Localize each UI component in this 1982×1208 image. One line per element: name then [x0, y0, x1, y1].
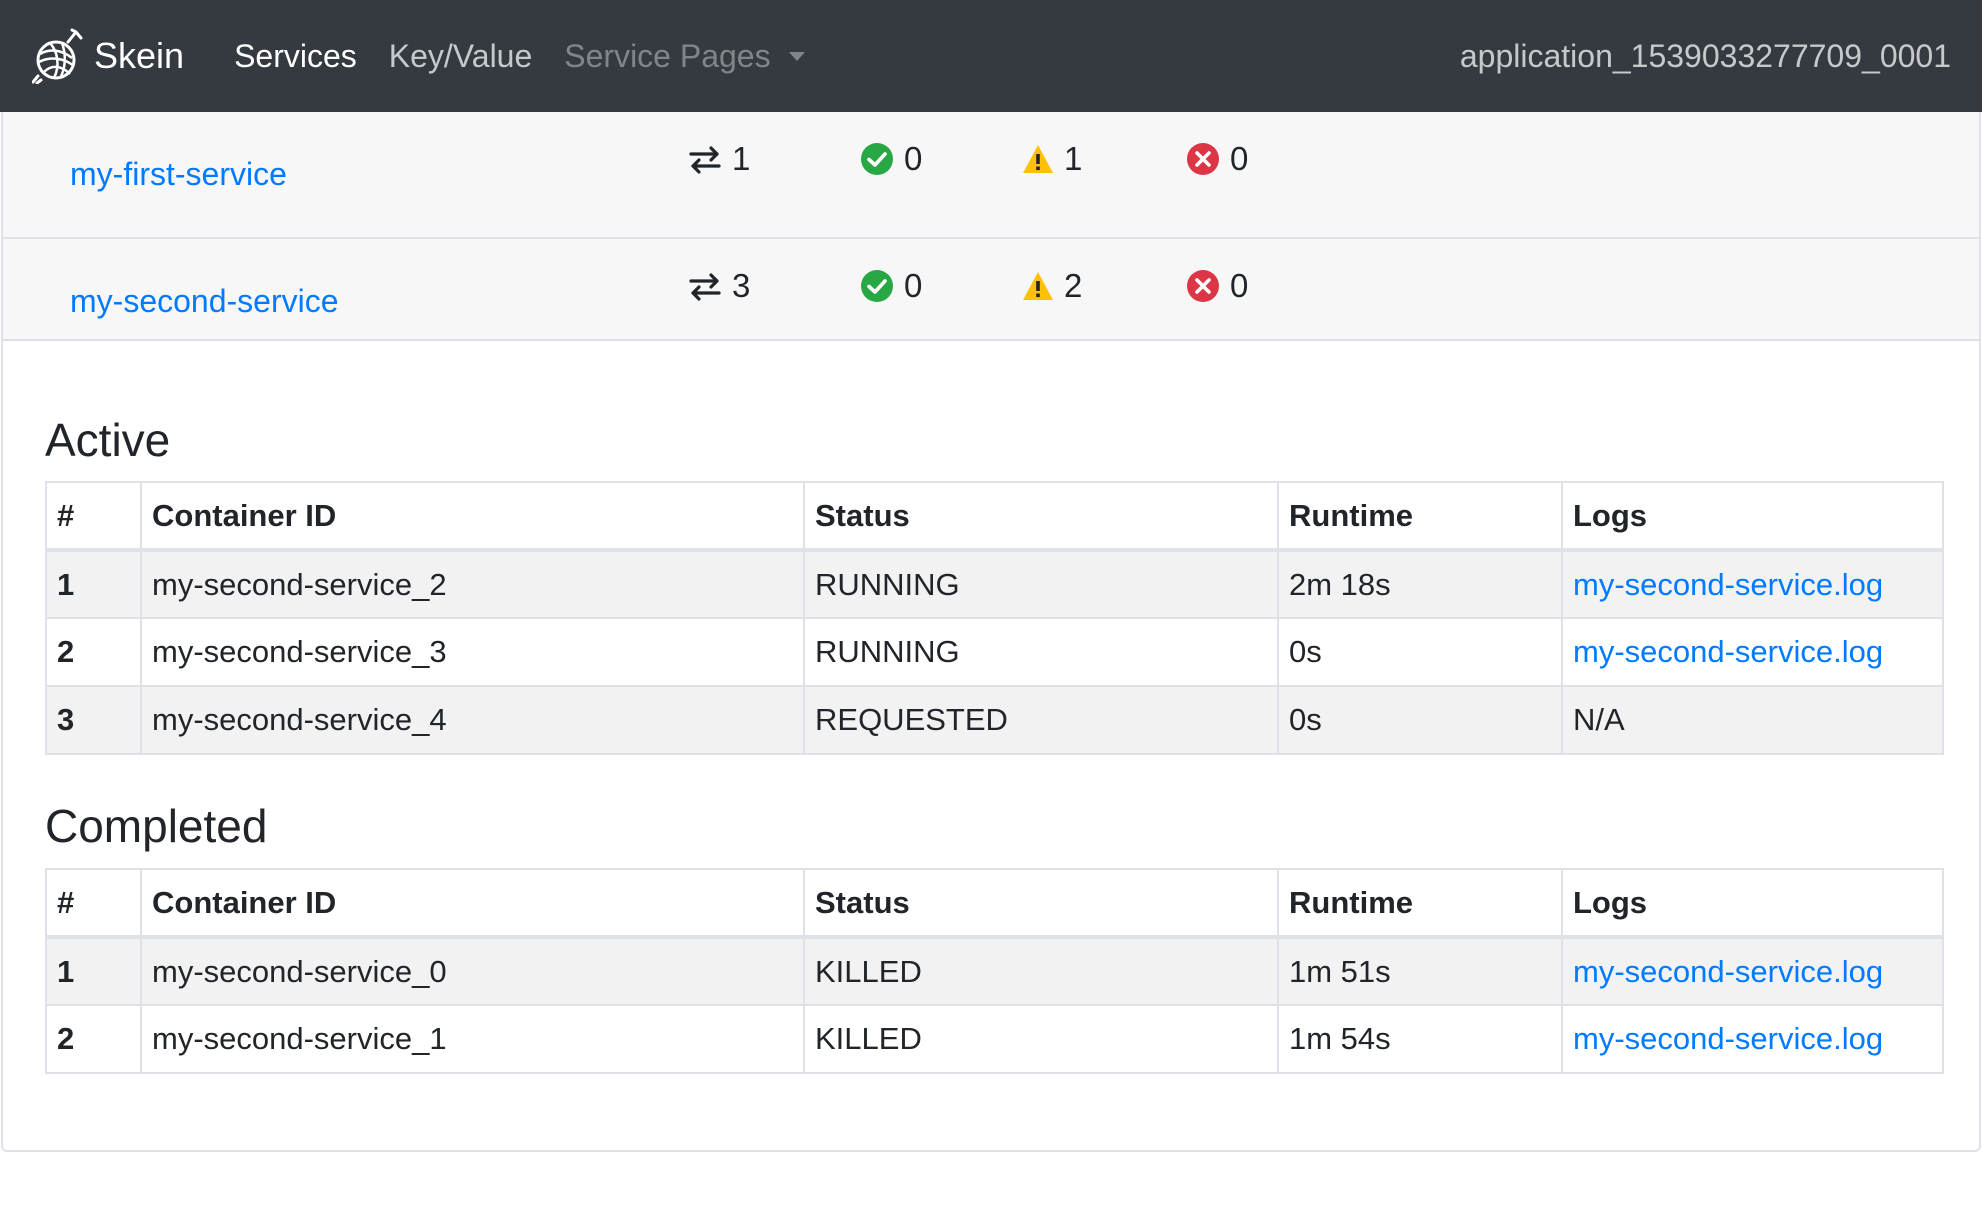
active-containers-table: # Container ID Status Runtime Logs 1 my-…	[45, 481, 1944, 755]
stat-succeeded: 0	[860, 267, 922, 305]
logs-cell: my-second-service.log	[1561, 1004, 1944, 1074]
container-status: RUNNING	[803, 549, 1279, 619]
container-id: my-second-service_4	[140, 685, 805, 755]
x-circle-icon	[1186, 269, 1220, 303]
container-runtime: 1m 54s	[1277, 1004, 1563, 1074]
row-index: 2	[45, 1004, 142, 1074]
exchange-arrows-icon	[688, 144, 722, 174]
table-row: 2 my-second-service_3 RUNNING 0s my-seco…	[45, 617, 1944, 687]
nav-links: Services Key/Value Service Pages	[234, 38, 837, 75]
container-runtime: 2m 18s	[1277, 549, 1563, 619]
skein-yarn-icon	[32, 28, 83, 84]
col-runtime-header: Runtime	[1277, 481, 1563, 552]
service-link[interactable]: my-second-service	[70, 283, 339, 320]
row-index: 3	[45, 685, 142, 755]
exchange-arrows-icon	[688, 271, 722, 301]
stat-total-count: 3	[732, 267, 751, 304]
col-logs-header: Logs	[1561, 481, 1944, 552]
active-section-title: Active	[45, 414, 171, 466]
container-status: REQUESTED	[803, 685, 1279, 755]
stat-warnings: 1	[1022, 140, 1082, 178]
container-id: my-second-service_3	[140, 617, 805, 687]
container-id: my-second-service_1	[140, 1004, 805, 1074]
col-runtime-header: Runtime	[1277, 868, 1563, 939]
logs-link[interactable]: my-second-service.log	[1573, 567, 1883, 602]
stat-failed: 0	[1186, 267, 1248, 305]
services-card: my-first-service 1 0 1 0 my-second-servi…	[1, 112, 1981, 1152]
brand-name: Skein	[94, 35, 185, 76]
application-id: application_1539033277709_0001	[1459, 38, 1951, 74]
top-navbar: Skein Services Key/Value Service Pages a…	[0, 0, 1982, 112]
nav-service-pages-label: Service Pages	[564, 37, 771, 74]
table-header-row: # Container ID Status Runtime Logs	[45, 868, 1944, 939]
col-container-id-header: Container ID	[140, 868, 805, 939]
logs-na-text: N/A	[1573, 702, 1625, 737]
nav-services[interactable]: Services	[234, 38, 357, 75]
container-runtime: 1m 51s	[1277, 936, 1563, 1006]
stat-succeeded-count: 0	[904, 140, 923, 177]
col-index-header: #	[45, 481, 142, 552]
brand-link[interactable]: Skein	[32, 28, 184, 84]
nav-key-value[interactable]: Key/Value	[389, 38, 533, 75]
stat-total: 1	[688, 140, 750, 178]
stat-warnings-count: 2	[1064, 267, 1083, 304]
table-row: 2 my-second-service_1 KILLED 1m 54s my-s…	[45, 1004, 1944, 1074]
nav-service-pages-dropdown[interactable]: Service Pages	[564, 37, 805, 75]
check-circle-icon	[860, 142, 894, 176]
table-row: 1 my-second-service_0 KILLED 1m 51s my-s…	[45, 936, 1944, 1006]
row-index: 1	[45, 549, 142, 619]
stat-total: 3	[688, 267, 750, 305]
warning-triangle-icon	[1022, 270, 1054, 302]
container-status: RUNNING	[803, 617, 1279, 687]
container-status: KILLED	[803, 1004, 1279, 1074]
stat-failed-count: 0	[1230, 140, 1249, 177]
row-index: 2	[45, 617, 142, 687]
stat-succeeded: 0	[860, 140, 922, 178]
logs-link[interactable]: my-second-service.log	[1573, 634, 1883, 669]
completed-containers-table: # Container ID Status Runtime Logs 1 my-…	[45, 868, 1944, 1074]
container-id: my-second-service_2	[140, 549, 805, 619]
stat-total-count: 1	[732, 140, 751, 177]
container-status: KILLED	[803, 936, 1279, 1006]
container-id: my-second-service_0	[140, 936, 805, 1006]
row-index: 1	[45, 936, 142, 1006]
stat-warnings: 2	[1022, 267, 1082, 305]
logs-link[interactable]: my-second-service.log	[1573, 1021, 1883, 1056]
warning-triangle-icon	[1022, 143, 1054, 175]
stat-failed-count: 0	[1230, 267, 1249, 304]
logs-cell: my-second-service.log	[1561, 617, 1944, 687]
stat-warnings-count: 1	[1064, 140, 1083, 177]
service-row-my-first-service[interactable]: my-first-service 1 0 1 0	[3, 112, 1979, 239]
stat-succeeded-count: 0	[904, 267, 923, 304]
col-logs-header: Logs	[1561, 868, 1944, 939]
table-row: 1 my-second-service_2 RUNNING 2m 18s my-…	[45, 549, 1944, 619]
logs-link[interactable]: my-second-service.log	[1573, 954, 1883, 989]
check-circle-icon	[860, 269, 894, 303]
logs-cell: my-second-service.log	[1561, 549, 1944, 619]
container-runtime: 0s	[1277, 617, 1563, 687]
completed-section-title: Completed	[45, 800, 268, 852]
container-runtime: 0s	[1277, 685, 1563, 755]
service-row-my-second-service[interactable]: my-second-service 3 0 2 0	[3, 239, 1979, 341]
x-circle-icon	[1186, 142, 1220, 176]
logs-cell: N/A	[1561, 685, 1944, 755]
logs-cell: my-second-service.log	[1561, 936, 1944, 1006]
service-link[interactable]: my-first-service	[70, 156, 287, 193]
stat-failed: 0	[1186, 140, 1248, 178]
col-status-header: Status	[803, 481, 1279, 552]
col-index-header: #	[45, 868, 142, 939]
col-container-id-header: Container ID	[140, 481, 805, 552]
table-row: 3 my-second-service_4 REQUESTED 0s N/A	[45, 685, 1944, 755]
table-header-row: # Container ID Status Runtime Logs	[45, 481, 1944, 552]
caret-down-icon	[788, 51, 805, 61]
col-status-header: Status	[803, 868, 1279, 939]
